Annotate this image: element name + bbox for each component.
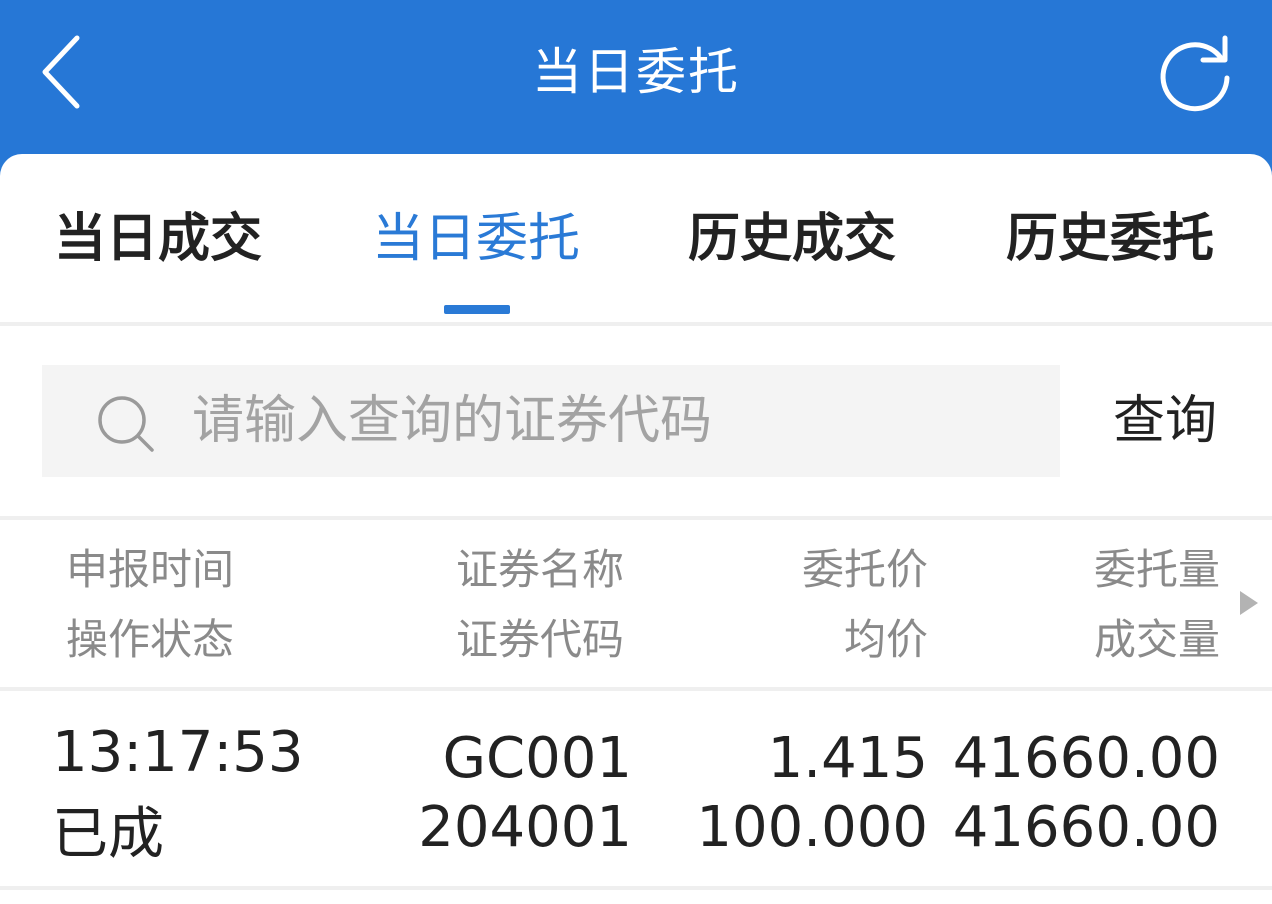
refresh-icon xyxy=(1160,35,1230,112)
security-code-input[interactable] xyxy=(192,365,1042,477)
active-tab-indicator xyxy=(444,305,510,314)
header-divider xyxy=(0,687,1272,691)
column-header-order-qty: 委托量 xyxy=(1093,545,1220,594)
query-button[interactable]: 查询 xyxy=(1100,385,1230,457)
row-order-price: 1.415 xyxy=(767,726,928,791)
row-divider xyxy=(0,886,1272,890)
column-header-name: 证券名称 xyxy=(456,545,625,594)
app-header: 当日委托 xyxy=(0,0,1272,160)
tab-today-trades[interactable]: 当日成交 xyxy=(54,204,262,274)
tab-bar: 当日成交 当日委托 历史成交 历史委托 xyxy=(0,154,1272,322)
row-status: 已成 xyxy=(52,802,164,867)
row-order-qty: 41660.00 xyxy=(952,726,1220,791)
page-title: 当日委托 xyxy=(532,43,740,101)
table-row[interactable]: 13:17:53 已成 GC001 204001 1.415 100.000 4… xyxy=(0,692,1272,888)
tab-history-orders[interactable]: 历史委托 xyxy=(1006,204,1214,274)
column-header-status: 操作状态 xyxy=(66,615,235,664)
row-security-code: 204001 xyxy=(418,795,632,860)
row-filled-qty: 41660.00 xyxy=(952,795,1220,860)
column-header-code: 证券代码 xyxy=(456,615,625,664)
tab-history-trades[interactable]: 历史成交 xyxy=(688,204,896,274)
row-security-name: GC001 xyxy=(442,726,632,791)
tab-today-orders[interactable]: 当日委托 xyxy=(372,204,580,274)
search-bar xyxy=(42,365,1060,477)
column-header-avg-price: 均价 xyxy=(843,615,928,664)
content-card: 当日成交 当日委托 历史成交 历史委托 查询 申报时间 操作状态 证券名称 证券… xyxy=(0,154,1272,904)
column-header-time: 申报时间 xyxy=(66,545,235,594)
column-header-filled-qty: 成交量 xyxy=(1093,615,1220,664)
row-time: 13:17:53 xyxy=(52,720,304,785)
search-icon xyxy=(98,396,154,452)
row-avg-price: 100.000 xyxy=(696,795,928,860)
column-header-price: 委托价 xyxy=(801,545,928,594)
search-divider xyxy=(0,516,1272,520)
refresh-button[interactable] xyxy=(1150,30,1240,114)
scroll-right-arrow-icon[interactable] xyxy=(1240,591,1258,615)
tab-divider xyxy=(0,322,1272,326)
